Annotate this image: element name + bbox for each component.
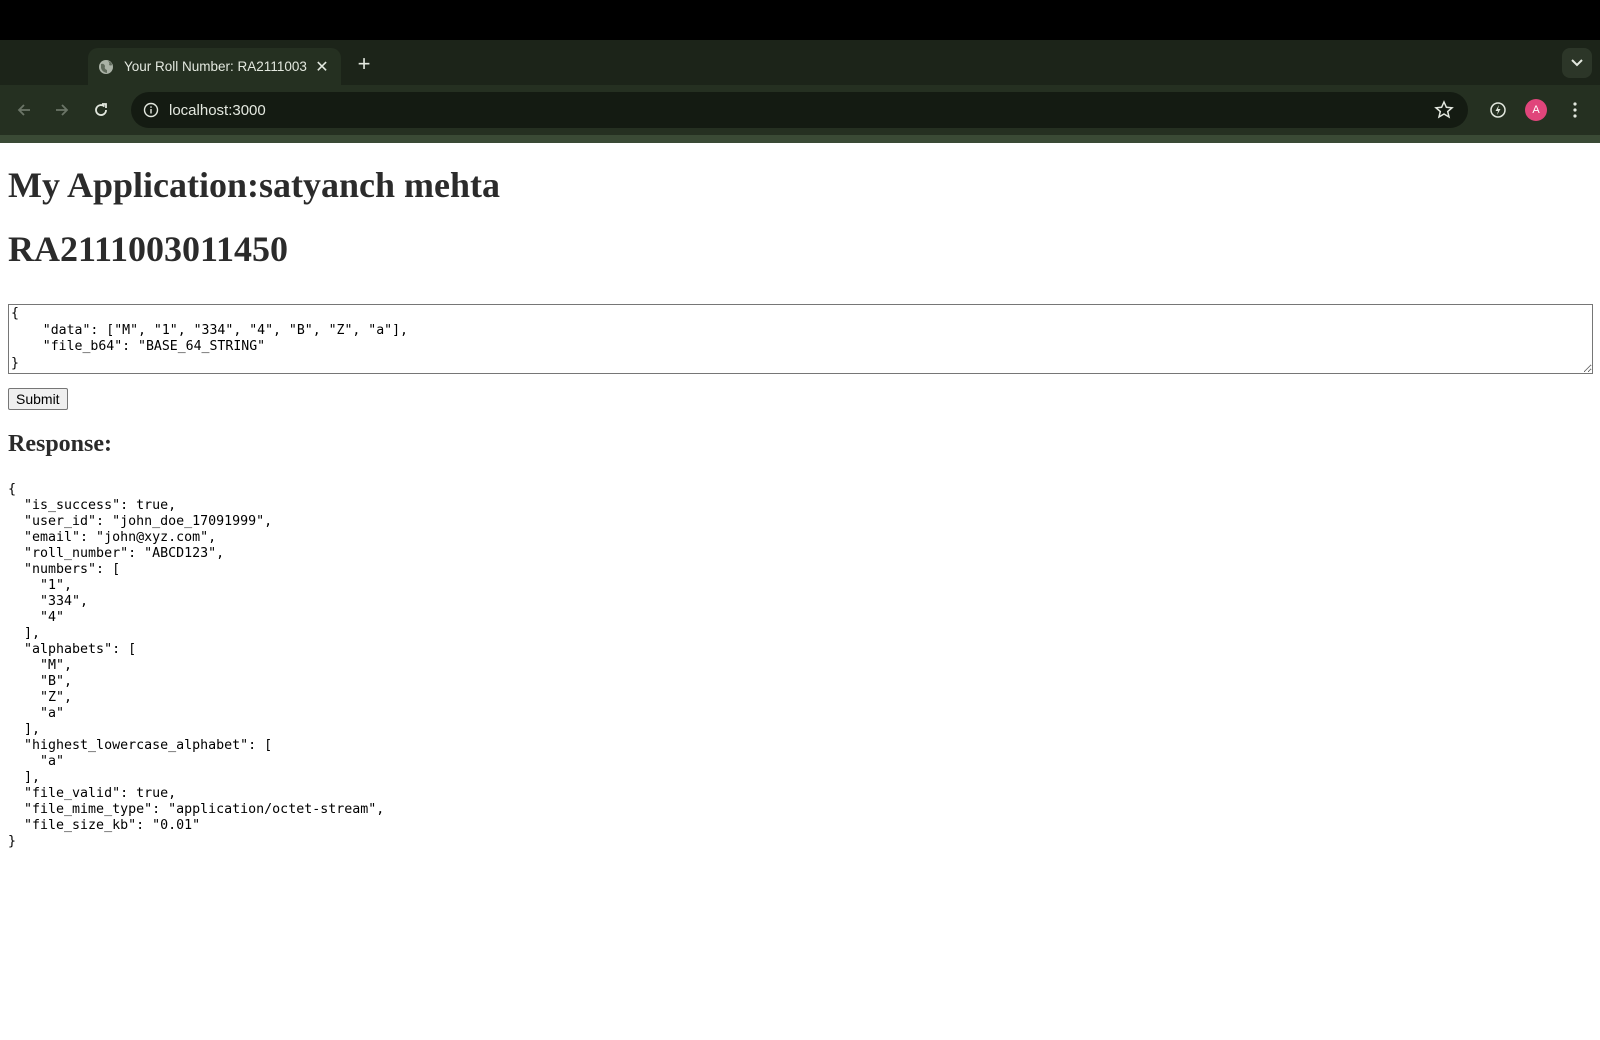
toolbar-divider [0,135,1600,143]
reload-icon[interactable] [88,97,114,123]
performance-icon[interactable] [1485,97,1511,123]
toolbar: localhost:3000 A [0,85,1600,135]
url-text: localhost:3000 [169,101,266,119]
tab-title: Your Roll Number: RA2111003011450 [124,59,307,74]
page-title: My Application:satyanch mehta [8,165,501,205]
submit-button[interactable]: Submit [8,388,68,410]
globe-icon [99,59,113,74]
title-bar [0,0,1600,40]
roll-number-heading: RA2111003011450 [8,229,289,269]
page-content: My Application:satyanch mehta RA21110030… [0,143,1600,850]
chevron-down-icon[interactable] [1562,48,1592,78]
forward-icon[interactable] [49,97,75,123]
address-bar[interactable]: localhost:3000 [131,92,1468,128]
back-icon[interactable] [11,97,37,123]
plus-icon[interactable]: + [352,52,376,76]
tab-strip: Your Roll Number: RA2111003011450 ✕ + [0,40,1600,85]
response-output: { "is_success": true, "user_id": "john_d… [8,482,385,849]
response-heading: Response: [8,431,113,457]
tab-active[interactable]: Your Roll Number: RA2111003011450 ✕ [88,48,341,85]
info-icon[interactable] [139,98,163,122]
close-icon[interactable]: ✕ [313,57,331,77]
avatar[interactable]: A [1523,97,1549,123]
menu-icon[interactable] [1562,97,1588,123]
json-input[interactable]: { "data": ["M", "1", "334", "4", "B", "Z… [8,304,1593,374]
star-icon[interactable] [1434,100,1454,120]
